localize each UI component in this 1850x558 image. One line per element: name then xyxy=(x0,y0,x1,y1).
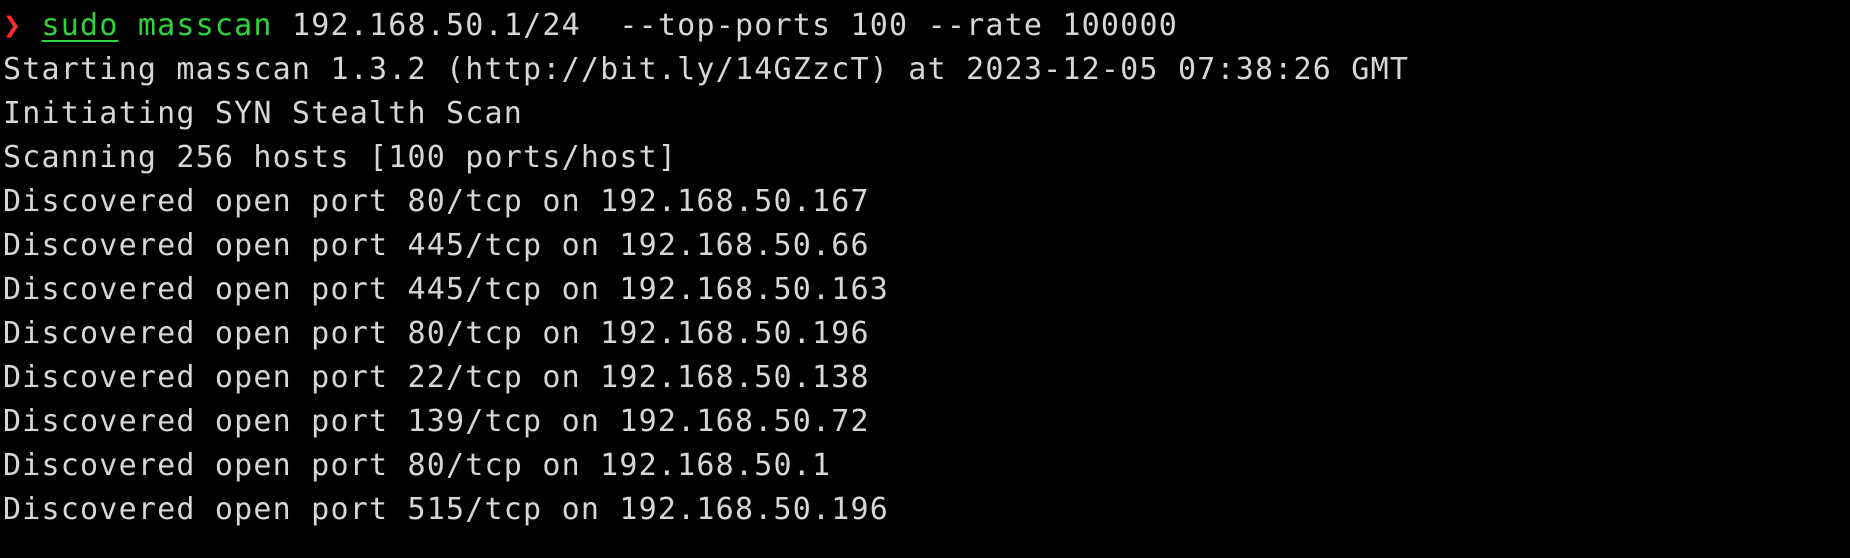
output-line: Discovered open port 80/tcp on 192.168.5… xyxy=(3,448,832,483)
output-line: Scanning 256 hosts [100 ports/host] xyxy=(3,140,678,175)
command-arguments: 192.168.50.1/24 --top-ports 100 --rate 1… xyxy=(291,8,1178,43)
output-line: Initiating SYN Stealth Scan xyxy=(3,96,524,131)
output-line: Discovered open port 22/tcp on 192.168.5… xyxy=(3,360,870,395)
command-name: masscan xyxy=(137,8,273,43)
output-line: Discovered open port 139/tcp on 192.168.… xyxy=(3,404,870,439)
prompt-chevron-icon: ❯ xyxy=(3,8,23,43)
output-line: Discovered open port 445/tcp on 192.168.… xyxy=(3,272,890,307)
command-sudo: sudo xyxy=(41,8,119,43)
output-line: Discovered open port 515/tcp on 192.168.… xyxy=(3,492,890,527)
output-line: Starting masscan 1.3.2 (http://bit.ly/14… xyxy=(3,52,1410,87)
command-line[interactable]: ❯ sudo masscan 192.168.50.1/24 --top-por… xyxy=(3,4,1850,48)
output-line: Discovered open port 80/tcp on 192.168.5… xyxy=(3,316,870,351)
terminal-window[interactable]: ❯ sudo masscan 192.168.50.1/24 --top-por… xyxy=(0,0,1850,558)
output-line: Discovered open port 445/tcp on 192.168.… xyxy=(3,228,870,263)
output-line: Discovered open port 80/tcp on 192.168.5… xyxy=(3,184,870,219)
